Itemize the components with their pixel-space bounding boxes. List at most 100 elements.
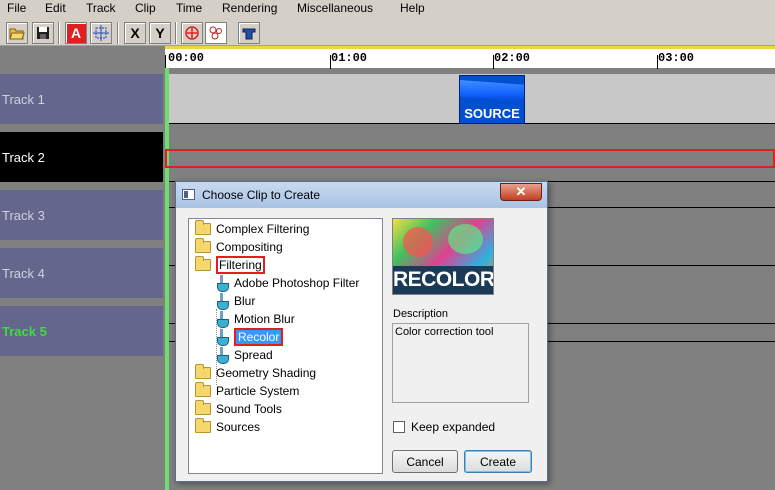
tree-item-label: Filtering [216, 256, 265, 274]
description-label: Description [393, 308, 449, 320]
track-label-2[interactable]: Track 2 [0, 132, 163, 182]
flask-icon [215, 293, 229, 310]
tree-item-label: Particle System [216, 384, 300, 398]
clip-label: SOURCE [464, 106, 520, 121]
tree-item-motion-blur[interactable]: Motion Blur [215, 310, 295, 328]
ruler-tick [165, 55, 166, 69]
keep-expanded-option[interactable]: Keep expanded [393, 420, 495, 434]
folder-icon [195, 400, 211, 415]
toolbar-separator [175, 22, 177, 44]
window-icon [182, 189, 195, 200]
open-folder-icon [9, 28, 25, 40]
tree-item-blur[interactable]: Blur [215, 292, 255, 310]
folder-icon [195, 364, 211, 379]
menu-rendering[interactable]: Rendering [222, 1, 277, 15]
particles-icon [209, 26, 222, 40]
preview-decoration [448, 224, 483, 254]
tree-item-sources[interactable]: Sources [195, 418, 260, 436]
keep-expanded-label: Keep expanded [411, 420, 496, 434]
tree-item-particle-system[interactable]: Particle System [195, 382, 299, 400]
tree-item-spread[interactable]: Spread [215, 346, 273, 364]
toolbar-separator [58, 22, 60, 44]
ruler-tick-label: 03:00 [658, 51, 695, 65]
tree-item-label: Spread [234, 348, 273, 362]
text-a-icon: A [70, 25, 82, 41]
tree-item-label: Compositing [216, 240, 283, 254]
menu-time[interactable]: Time [176, 1, 202, 15]
choose-clip-dialog: Choose Clip to Create ✕ Complex Filterin… [175, 181, 548, 482]
preview-decoration [403, 227, 433, 257]
ruler-spacer [0, 46, 165, 68]
menu-help[interactable]: Help [400, 1, 425, 15]
text-tool-button[interactable]: A [65, 22, 87, 44]
menu-file[interactable]: File [7, 1, 26, 15]
tree-item-label: Geometry Shading [216, 366, 317, 380]
toolbar-separator [117, 22, 119, 44]
grid-select-icon [93, 25, 109, 41]
tree-item-label: Complex Filtering [216, 222, 310, 236]
tree-item-sound-tools[interactable]: Sound Tools [195, 400, 282, 418]
export-button[interactable] [238, 22, 260, 44]
save-icon [37, 27, 49, 39]
grid-tool-button[interactable] [90, 22, 112, 44]
tree-item-label: Sound Tools [216, 402, 282, 416]
export-icon [242, 28, 256, 40]
tree-item-label: Recolor [234, 328, 284, 346]
menu-edit[interactable]: Edit [45, 1, 66, 15]
x-axis-icon: X [130, 25, 140, 41]
timeline-ruler[interactable]: 00:00 01:00 02:00 03:00 [165, 46, 775, 69]
description-box: Color correction tool [392, 323, 529, 403]
track-2-selection-highlight [165, 149, 775, 168]
tree-item-label: Adobe Photoshop Filter [234, 276, 360, 290]
preview-label: RECOLOR [393, 266, 493, 294]
clip-type-tree[interactable]: Complex Filtering Compositing Filtering … [188, 218, 383, 474]
menu-track[interactable]: Track [86, 1, 116, 15]
ruler-tick-label: 00:00 [168, 51, 205, 65]
toolbar: A X Y [0, 18, 775, 46]
keep-expanded-checkbox[interactable] [393, 421, 405, 433]
folder-icon [195, 220, 211, 235]
flask-icon [215, 311, 229, 328]
open-folder-button[interactable] [6, 22, 28, 44]
menu-clip[interactable]: Clip [135, 1, 156, 15]
clip-preview-image: RECOLOR [392, 218, 494, 295]
flask-icon [215, 329, 229, 346]
crosshair-icon [185, 26, 199, 40]
tree-item-label: Motion Blur [234, 312, 295, 326]
track-label-4[interactable]: Track 4 [0, 248, 163, 298]
add-keyframe-button[interactable] [181, 22, 203, 44]
cancel-button[interactable]: Cancel [392, 450, 458, 473]
dialog-title: Choose Clip to Create [202, 188, 321, 202]
y-axis-button[interactable]: Y [149, 22, 171, 44]
tree-item-geometry-shading[interactable]: Geometry Shading [195, 364, 316, 382]
dialog-close-button[interactable]: ✕ [500, 183, 542, 201]
folder-icon [195, 382, 211, 397]
dialog-titlebar[interactable]: Choose Clip to Create ✕ [176, 182, 547, 208]
tree-item-label: Blur [234, 294, 256, 308]
tree-item-adobe-photoshop-filter[interactable]: Adobe Photoshop Filter [215, 274, 359, 292]
particle-tool-button[interactable] [205, 22, 227, 44]
flask-icon [215, 347, 229, 364]
folder-open-icon [195, 256, 211, 271]
track-label-3[interactable]: Track 3 [0, 190, 163, 240]
x-axis-button[interactable]: X [124, 22, 146, 44]
ruler-tick-label: 02:00 [494, 51, 531, 65]
tree-item-filtering[interactable]: Filtering [195, 256, 265, 274]
playhead[interactable] [165, 68, 169, 490]
menu-miscellaneous[interactable]: Miscellaneous [297, 1, 373, 15]
menu-bar: File Edit Track Clip Time Rendering Misc… [0, 0, 775, 18]
folder-icon [195, 238, 211, 253]
track-label-5[interactable]: Track 5 [0, 306, 163, 356]
folder-icon [195, 418, 211, 433]
tree-item-label: Sources [216, 420, 261, 434]
create-button[interactable]: Create [464, 450, 532, 473]
track-label-1[interactable]: Track 1 [0, 74, 163, 124]
flask-icon [215, 275, 229, 292]
tree-item-compositing[interactable]: Compositing [195, 238, 283, 256]
tree-item-recolor[interactable]: Recolor [215, 328, 284, 346]
source-clip[interactable]: SOURCE [459, 75, 525, 124]
clip-thumbnail [460, 80, 524, 102]
tree-item-complex-filtering[interactable]: Complex Filtering [195, 220, 309, 238]
save-button[interactable] [32, 22, 54, 44]
close-icon: ✕ [515, 184, 527, 199]
